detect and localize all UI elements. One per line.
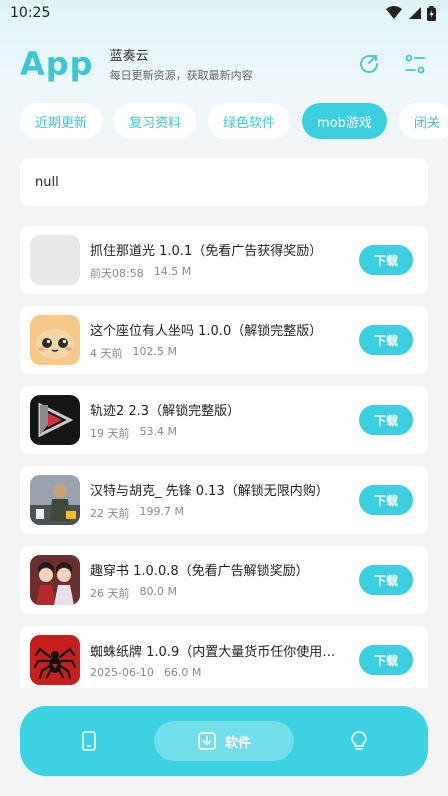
signal-icon: [409, 7, 421, 19]
app-title: 这个座位有人坐吗 1.0.0（解锁完整版）: [90, 323, 323, 339]
nav-phone-icon[interactable]: [78, 730, 100, 752]
app-date: 22 天前: [90, 506, 130, 520]
download-button[interactable]: 下载: [359, 245, 413, 275]
tab-mob-games[interactable]: mob游戏: [302, 103, 387, 139]
app-title: 轨迹2 2.3（解锁完整版）: [90, 403, 241, 419]
app-date: 2025-06-10: [90, 666, 154, 679]
soldier-icon: [30, 475, 80, 525]
placeholder-icon: [30, 235, 80, 285]
spider-icon: [30, 635, 80, 685]
app-date: 4 天前: [90, 346, 123, 360]
tab-closed[interactable]: 闭关: [398, 103, 448, 139]
tab-green-software[interactable]: 绿色软件: [208, 103, 291, 139]
status-bar: 10:25: [0, 0, 448, 26]
notice-box: null: [20, 158, 428, 206]
list-item[interactable]: 抓住那道光 1.0.1（免看广告获得奖励） 前天08:58 14.5 M 下载: [20, 226, 428, 294]
app-list: 抓住那道光 1.0.1（免看广告获得奖励） 前天08:58 14.5 M 下载 …: [20, 226, 428, 688]
app-size: 80.0 M: [139, 584, 177, 598]
app-size: 14.5 M: [153, 264, 192, 278]
header-actions: [356, 51, 428, 77]
app-title: 抓住那道光 1.0.1（免看广告获得奖励）: [90, 243, 323, 259]
header-subtitle: 每日更新资源，获取最新内容: [109, 69, 253, 82]
bottom-navigation: 软件: [20, 706, 428, 776]
battery-icon: [427, 5, 436, 21]
tab-recent-updates[interactable]: 近期更新: [20, 103, 103, 139]
app-logo: App: [20, 45, 94, 83]
status-icons: [386, 5, 436, 21]
cute-face-icon: [30, 315, 80, 365]
notice-text: null: [35, 174, 59, 190]
nav-software-tab[interactable]: 软件: [154, 721, 294, 761]
category-tabs: 近期更新 复习资料 绿色软件 mob游戏 闭关: [20, 103, 448, 139]
app-size: 199.7 M: [139, 504, 184, 518]
list-item[interactable]: 蜘蛛纸牌 1.0.9（内置大量货币任你使用… 2025-06-10 66.0 M…: [20, 626, 428, 688]
settings-sliders-icon[interactable]: [402, 51, 428, 77]
header-text: 蓝奏云 每日更新资源，获取最新内容: [110, 45, 253, 83]
download-button[interactable]: 下载: [359, 565, 413, 595]
play-triangle-icon: [30, 395, 80, 445]
app-title: 蜘蛛纸牌 1.0.9（内置大量货币任你使用…: [90, 645, 336, 660]
app-date: 19 天前: [90, 426, 130, 440]
wifi-icon: [386, 6, 402, 19]
tab-review-materials[interactable]: 复习资料: [114, 103, 197, 139]
app-size: 102.5 M: [132, 344, 177, 358]
app-size: 53.4 M: [139, 424, 177, 438]
download-button[interactable]: 下载: [359, 405, 413, 435]
download-button[interactable]: 下载: [359, 645, 413, 675]
app-header: App 蓝奏云 每日更新资源，获取最新内容: [20, 42, 428, 86]
characters-icon: [30, 555, 80, 605]
app-size: 66.0 M: [163, 666, 202, 679]
download-button[interactable]: 下载: [359, 485, 413, 515]
app-date: 前天08:58: [90, 266, 144, 280]
list-item[interactable]: 轨迹2 2.3（解锁完整版） 19 天前 53.4 M 下载: [20, 386, 428, 454]
list-item[interactable]: 这个座位有人坐吗 1.0.0（解锁完整版） 4 天前 102.5 M 下载: [20, 306, 428, 374]
refresh-icon[interactable]: [356, 51, 382, 77]
app-title: 趣穿书 1.0.0.8（免看广告解锁奖励）: [90, 563, 309, 579]
app-title: 汉特与胡克_ 先锋 0.13（解锁无限内购）: [90, 483, 329, 499]
nav-software-label: 软件: [224, 735, 251, 751]
list-item[interactable]: 趣穿书 1.0.0.8（免看广告解锁奖励） 26 天前 80.0 M 下载: [20, 546, 428, 614]
app-date: 26 天前: [90, 586, 130, 600]
download-button[interactable]: 下载: [359, 325, 413, 355]
list-item[interactable]: 汉特与胡克_ 先锋 0.13（解锁无限内购） 22 天前 199.7 M 下载: [20, 466, 428, 534]
nav-lightbulb-icon[interactable]: [348, 730, 370, 752]
download-box-icon: [198, 732, 216, 750]
status-time: 10:25: [10, 5, 51, 21]
header-title: 蓝奏云: [109, 49, 149, 64]
